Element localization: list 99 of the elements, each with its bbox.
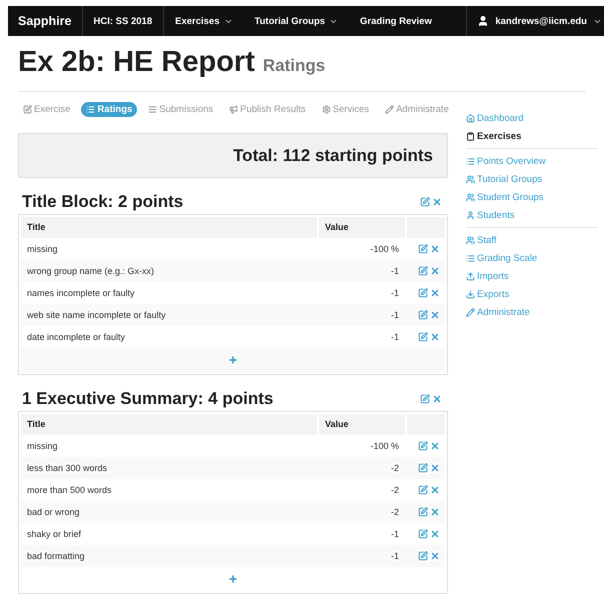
group-title: Title Block: 2 points [22, 192, 184, 212]
user-menu[interactable]: kandrews@iicm.edu [466, 6, 604, 36]
sidebar-item[interactable]: Tutorial Groups [466, 170, 598, 188]
page-title: Ex 2b: HE Report [18, 46, 255, 79]
edit-button[interactable] [418, 441, 428, 451]
column-header: Value [319, 414, 405, 435]
sidebar-item[interactable]: Administrate [466, 303, 598, 321]
delete-button[interactable] [430, 485, 440, 495]
table-cell-text: -100 % [369, 243, 400, 256]
list-icon [466, 156, 475, 166]
table-cell-text: names incomplete or faulty [26, 287, 136, 300]
delete-button[interactable] [430, 332, 440, 342]
table-cell-text: missing [26, 243, 59, 256]
tab[interactable]: Submissions [143, 102, 218, 117]
edit-button[interactable] [418, 529, 428, 539]
sidebar-item[interactable]: Points Overview [466, 152, 598, 170]
nav-item[interactable]: Grading Review [349, 6, 443, 36]
users-icon [466, 174, 475, 184]
brand-logo[interactable]: Sapphire [8, 6, 82, 36]
delete-button[interactable] [430, 551, 440, 561]
table-cell-text: -1 [390, 265, 400, 278]
delete-button[interactable] [432, 197, 442, 207]
nav-item[interactable]: Tutorial Groups [244, 6, 350, 36]
tab[interactable]: Services [316, 102, 374, 117]
delete-button[interactable] [430, 266, 440, 276]
edit-button[interactable] [420, 197, 430, 207]
table-cell-text: -1 [390, 331, 400, 344]
megaphone-icon [229, 105, 238, 114]
add-button[interactable] [228, 355, 238, 365]
sidebar-item[interactable]: Student Groups [466, 188, 598, 206]
delete-button[interactable] [430, 310, 440, 320]
list-icon [86, 105, 96, 114]
tab[interactable]: Ratings [81, 102, 138, 117]
clipboard-icon [466, 132, 475, 140]
edit-button[interactable] [418, 551, 428, 561]
edit-button[interactable] [418, 507, 428, 517]
table-cell-text: shaky or brief [26, 528, 82, 541]
delete-button[interactable] [430, 463, 440, 473]
tab[interactable]: Publish Results [224, 102, 311, 117]
table-cell-text: -1 [390, 287, 400, 300]
delete-button[interactable] [430, 441, 440, 451]
sidebar-item[interactable]: Staff [466, 231, 598, 249]
sidebar-item[interactable]: Imports [466, 267, 598, 285]
column-header: Value [319, 217, 405, 238]
edit-button[interactable] [418, 485, 428, 495]
sidebar-item[interactable]: Grading Scale [466, 249, 598, 267]
pencil-icon [466, 308, 475, 316]
table-cell-text: wrong group name (e.g.: Gx-xx) [26, 265, 156, 278]
edit-button[interactable] [418, 463, 428, 473]
edit-button[interactable] [418, 310, 428, 320]
table-cell-text: -100 % [369, 440, 400, 453]
table-cell-text: -1 [390, 528, 400, 541]
delete-button[interactable] [430, 507, 440, 517]
table-cell-text: more than 500 words [26, 484, 113, 497]
column-header: Title [21, 414, 317, 435]
tab[interactable]: Exercise [18, 102, 76, 117]
users-icon [466, 236, 475, 244]
home-icon [466, 114, 475, 122]
table-cell-text: -2 [390, 506, 400, 519]
table-cell-text: -2 [390, 484, 400, 497]
table-cell-text: missing [26, 440, 59, 453]
edit-button[interactable] [420, 394, 430, 404]
user-icon [477, 15, 490, 27]
user-icon [466, 210, 475, 220]
sidebar-item[interactable]: Exports [466, 285, 598, 303]
edit-button[interactable] [418, 288, 428, 298]
page-subtitle: Ratings [262, 56, 326, 76]
edit-button[interactable] [418, 244, 428, 254]
pencil-icon [385, 105, 394, 114]
table-cell-text: date incomplete or faulty [26, 331, 126, 344]
delete-button[interactable] [430, 529, 440, 539]
group-title: 1 Executive Summary: 4 points [22, 389, 274, 409]
sidebar-item[interactable]: Exercises [466, 127, 598, 145]
table-cell-text: bad formatting [26, 550, 86, 563]
delete-button[interactable] [430, 244, 440, 254]
lines-icon [148, 105, 158, 114]
table-cell-text: less than 300 words [26, 462, 108, 475]
table-cell-text: -1 [390, 309, 400, 322]
edit-button[interactable] [418, 332, 428, 342]
total-panel: Total: 112 starting points [18, 133, 448, 178]
edit-icon [23, 105, 32, 114]
upload-icon [466, 272, 475, 280]
sidebar-item[interactable]: Students [466, 206, 598, 224]
sidebar-item[interactable]: Dashboard [466, 109, 598, 127]
nav-item[interactable]: Exercises [164, 6, 244, 36]
table-cell-text: -1 [390, 550, 400, 563]
download-icon [466, 290, 475, 298]
edit-button[interactable] [418, 266, 428, 276]
delete-button[interactable] [430, 288, 440, 298]
table-cell-text: web site name incomplete or faulty [26, 309, 167, 322]
users-icon [466, 192, 475, 202]
table-cell-text: -2 [390, 462, 400, 475]
add-button[interactable] [228, 574, 238, 584]
gear-icon [322, 105, 331, 114]
tab[interactable]: Administrate [380, 102, 454, 117]
table-cell-text: bad or wrong [26, 506, 81, 519]
column-header: Title [21, 217, 317, 238]
list-icon [466, 254, 475, 262]
delete-button[interactable] [432, 394, 442, 404]
